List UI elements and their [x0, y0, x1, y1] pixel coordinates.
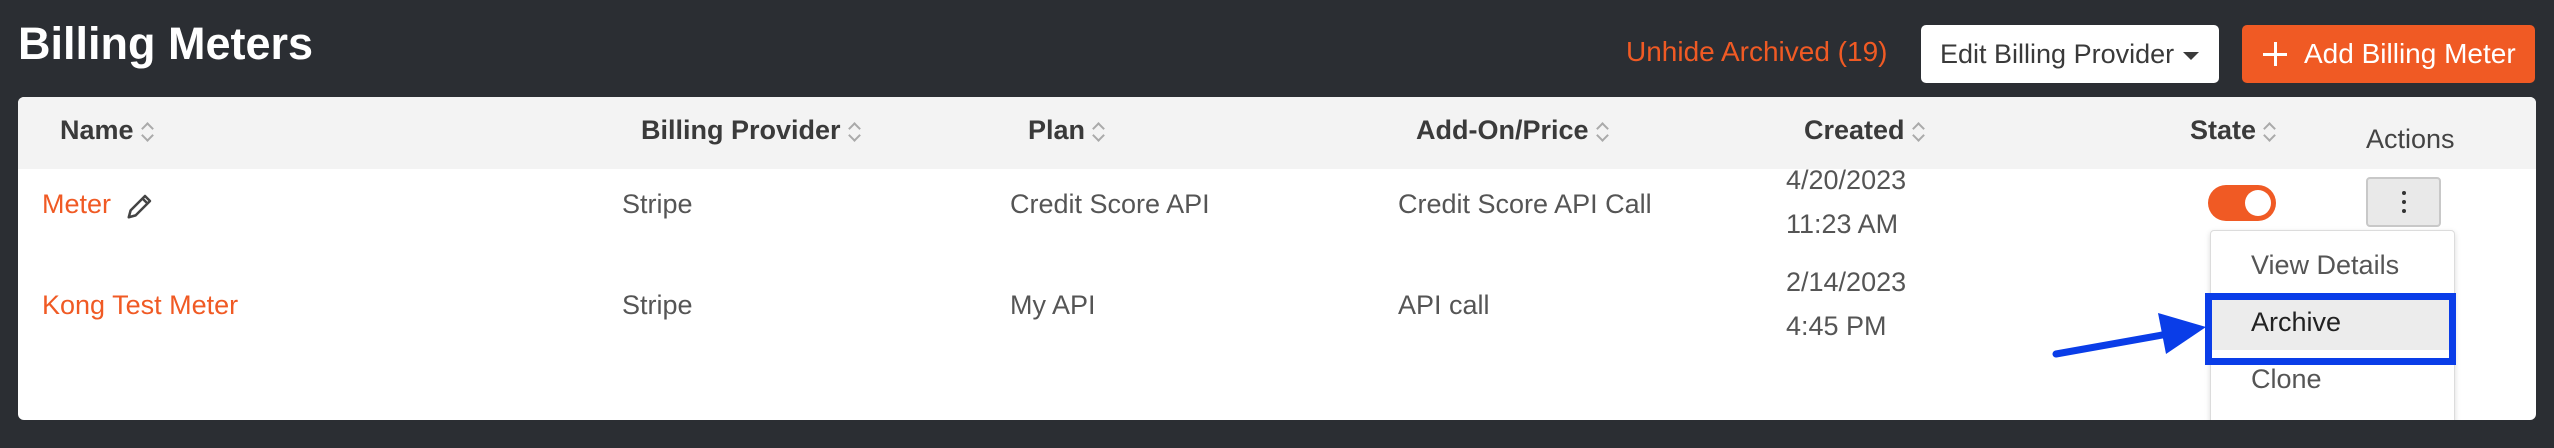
column-header-created[interactable]: Created — [1804, 112, 1925, 148]
addon-cell: Credit Score API Call — [1398, 189, 1652, 219]
pencil-icon[interactable] — [125, 191, 155, 221]
row-actions-button[interactable] — [2366, 177, 2441, 227]
highlight-box — [2205, 293, 2456, 365]
kebab-icon-dot — [2402, 200, 2406, 204]
sort-icon — [849, 121, 861, 143]
caret-down-icon — [2183, 52, 2199, 60]
unhide-archived-link[interactable]: Unhide Archived (19) — [1626, 34, 1887, 70]
column-header-created-label: Created — [1804, 115, 1905, 145]
billing-meters-table: Name Billing Provider Plan Add-On/Price … — [18, 97, 2536, 420]
page-title: Billing Meters — [18, 18, 314, 69]
column-header-addon-price[interactable]: Add-On/Price — [1416, 112, 1609, 148]
column-header-provider-label: Billing Provider — [641, 115, 841, 145]
meter-name-label: Meter — [42, 189, 112, 219]
pointer-arrow-icon — [2052, 313, 2206, 358]
column-header-state[interactable]: State — [2190, 112, 2276, 148]
edit-billing-provider-button[interactable]: Edit Billing Provider — [1921, 25, 2219, 83]
meter-name-link[interactable]: Kong Test Meter — [42, 287, 238, 323]
column-header-actions: Actions — [2366, 124, 2455, 154]
addon-cell: API call — [1398, 290, 1490, 320]
created-date-cell: 2/14/2023 — [1786, 267, 1907, 297]
add-billing-meter-label: Add Billing Meter — [2304, 38, 2516, 69]
created-date-cell: 4/20/2023 — [1786, 165, 1907, 195]
created-time-cell: 11:23 AM — [1786, 209, 1899, 239]
column-header-plan[interactable]: Plan — [1028, 112, 1105, 148]
sort-icon — [2264, 121, 2276, 143]
sort-icon — [142, 121, 154, 143]
column-header-state-label: State — [2190, 115, 2257, 145]
table-header: Name Billing Provider Plan Add-On/Price … — [18, 97, 2536, 169]
column-header-plan-label: Plan — [1028, 115, 1086, 145]
add-billing-meter-button[interactable]: Add Billing Meter — [2242, 25, 2535, 83]
plus-icon — [2263, 42, 2287, 66]
provider-cell: Stripe — [622, 189, 693, 219]
plan-cell: My API — [1010, 290, 1096, 320]
toggle-knob — [2245, 190, 2271, 216]
provider-cell: Stripe — [622, 290, 693, 320]
meter-name-link[interactable]: Meter — [42, 186, 155, 222]
created-time-cell: 4:45 PM — [1786, 311, 1887, 341]
sort-icon — [1913, 121, 1925, 143]
state-toggle[interactable] — [2208, 185, 2276, 221]
sort-icon — [1597, 121, 1609, 143]
column-header-name-label: Name — [60, 115, 134, 145]
column-header-addon-label: Add-On/Price — [1416, 115, 1589, 145]
kebab-icon-dot — [2402, 209, 2406, 213]
edit-billing-provider-label: Edit Billing Provider — [1940, 39, 2175, 69]
column-header-billing-provider[interactable]: Billing Provider — [641, 112, 861, 148]
sort-icon — [1093, 121, 1105, 143]
plan-cell: Credit Score API — [1010, 189, 1210, 219]
menu-item-view-details[interactable]: View Details — [2211, 237, 2454, 293]
kebab-icon — [2402, 191, 2406, 195]
column-header-name[interactable]: Name — [60, 112, 154, 148]
